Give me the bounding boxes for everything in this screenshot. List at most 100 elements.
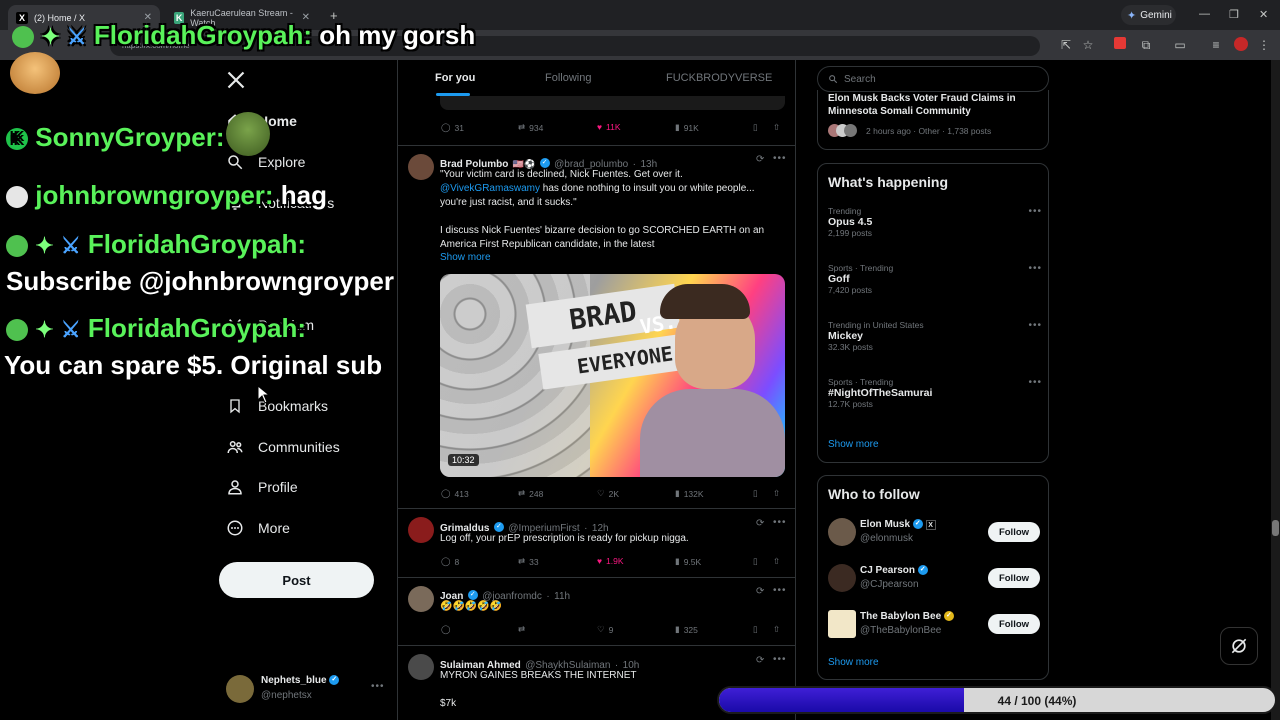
suggestion-name: CJ Pearson ✓ (860, 565, 928, 576)
maximize-icon[interactable]: ❐ (1229, 8, 1239, 21)
follow-suggestion[interactable]: The Babylon Bee ✓ @TheBabylonBee Follow (828, 608, 1042, 644)
trends-show-more-link[interactable]: Show more (828, 439, 879, 450)
trend-item[interactable]: Trending in United States Mickey 32.3K p… (828, 320, 1042, 352)
reply-button[interactable]: ◯ (441, 624, 455, 635)
search-input[interactable]: Search (817, 66, 1049, 92)
avatar (408, 654, 434, 680)
like-button[interactable]: ♡ 2K (597, 488, 619, 499)
repost-button[interactable]: ⇄ 248 (518, 488, 543, 499)
bookmark-star-icon[interactable]: ☆ (1080, 37, 1096, 53)
post-joan[interactable]: Joan ✓ @joanfromdc · 11h ⟳ ••• 🤣🤣🤣🤣🤣 ◯ ⇄… (398, 578, 795, 644)
bookmark-post-icon[interactable]: ▯ (753, 122, 758, 133)
heart-outline-icon: ♡ (597, 624, 605, 634)
chat-line: johnbrowngroyper: hag (6, 180, 327, 211)
account-switcher[interactable]: Nephets_blue ✓ @nephetsx ••• (226, 673, 396, 707)
post-brad-polumbo[interactable]: Brad Polumbo 🇺🇸⚽ ✓ @brad_polumbo · 13h ⟳… (398, 146, 795, 506)
account-name: Nephets_blue ✓ (261, 675, 340, 686)
top-story-card[interactable]: Elon Musk Backs Voter Fraud Claims in Mi… (817, 90, 1049, 150)
trend-more-icon[interactable]: ••• (1028, 263, 1042, 274)
views-button[interactable]: ▮ 91K (675, 122, 699, 133)
repost-button[interactable]: ⇄ 934 (518, 122, 543, 133)
trend-item[interactable]: Sports · Trending Goff 7,420 posts ••• (828, 263, 1042, 295)
like-button[interactable]: ♥ 11K (597, 122, 621, 132)
like-button[interactable]: ♡ 9 (597, 624, 613, 635)
media-control-icon[interactable]: ≡ (1208, 37, 1224, 53)
views-button[interactable]: ▮ 325 (675, 624, 698, 635)
sidebar-item-communities[interactable]: Communities (226, 432, 340, 462)
follow-button[interactable]: Follow (988, 614, 1040, 634)
sidebar-item-profile[interactable]: Profile (226, 472, 298, 502)
avatar (828, 564, 856, 592)
post-more-icon[interactable]: ••• (773, 654, 787, 665)
show-more-link[interactable]: Show more (440, 252, 491, 263)
post-more-icon[interactable]: ••• (773, 585, 787, 596)
post-grimaldus[interactable]: Grimaldus ✓ @ImperiumFirst · 12h ⟳ ••• L… (398, 509, 795, 577)
close-window-icon[interactable]: ✕ (1259, 8, 1268, 21)
sidebar-item-more[interactable]: More (226, 513, 290, 543)
tab-following[interactable]: Following (545, 72, 591, 84)
grok-icon[interactable]: ⟳ (756, 586, 764, 597)
reply-button[interactable]: ◯ 413 (441, 488, 469, 499)
follow-button[interactable]: Follow (988, 568, 1040, 588)
post-text-2: $7k (440, 698, 457, 709)
extensions-icon[interactable]: ⧉ (1138, 37, 1154, 53)
tab-custom-list[interactable]: FUCKBRODYVERSE (666, 72, 772, 84)
grok-floating-button[interactable] (1220, 627, 1258, 665)
x-logo-icon[interactable] (226, 70, 248, 92)
follow-show-more-link[interactable]: Show more (828, 657, 879, 668)
like-button[interactable]: ♥ 1.9K (597, 556, 624, 566)
bookmark-post-icon[interactable]: ▯ (753, 624, 758, 635)
follow-button[interactable]: Follow (988, 522, 1040, 542)
video-strip[interactable] (440, 96, 785, 110)
share-icon[interactable]: ⇧ (773, 488, 780, 499)
share-icon[interactable]: ⇧ (773, 624, 780, 635)
profile-avatar-icon[interactable] (1233, 37, 1249, 53)
chat-line: K SonnyGroyper: (6, 122, 224, 153)
repost-button[interactable]: ⇄ 33 (518, 556, 539, 567)
adblock-extension-icon[interactable] (1112, 37, 1128, 53)
post-text: Log off, your prEP prescription is ready… (440, 533, 689, 544)
trend-more-icon[interactable]: ••• (1028, 320, 1042, 331)
page-scrollbar[interactable] (1271, 60, 1280, 720)
views-button[interactable]: ▮ 9.5K (675, 556, 701, 567)
post-button[interactable]: Post (219, 562, 374, 598)
heart-outline-icon: ♡ (597, 488, 605, 498)
trend-item[interactable]: Sports · Trending #NightOfTheSamurai 12.… (828, 377, 1042, 409)
repost-button[interactable]: ⇄ (518, 624, 529, 635)
follow-suggestion[interactable]: Elon Musk ✓ X @elonmusk Follow (828, 516, 1042, 552)
suggestion-handle: @CJpearson (860, 579, 919, 590)
chat-line: You can spare $5. Original sub (4, 350, 383, 380)
avatar (408, 154, 434, 180)
bookmark-post-icon[interactable]: ▯ (753, 556, 758, 567)
post-more-icon[interactable]: ••• (773, 517, 787, 528)
reply-button[interactable]: ◯ 8 (441, 556, 459, 567)
gemini-button[interactable]: ✦ Gemini (1121, 5, 1176, 25)
trend-more-icon[interactable]: ••• (1028, 377, 1042, 388)
grok-icon[interactable]: ⟳ (756, 518, 764, 529)
minimize-icon[interactable]: — (1199, 8, 1210, 20)
x-affiliate-icon: X (925, 520, 936, 530)
reading-mode-icon[interactable]: ▭ (1172, 37, 1188, 53)
install-app-icon[interactable]: ⇱ (1058, 37, 1074, 53)
verified-badge-icon: ✓ (329, 675, 340, 686)
share-icon[interactable]: ⇧ (773, 122, 780, 133)
verified-badge-icon: ✓ (917, 565, 928, 576)
scrollbar-thumb[interactable] (1272, 520, 1279, 536)
trend-item[interactable]: Trending Opus 4.5 2,199 posts ••• (828, 206, 1042, 238)
video-thumbnail[interactable]: BRAD VS. EVERYONE 10:32 (440, 274, 785, 477)
post-more-icon[interactable]: ••• (773, 153, 787, 164)
views-button[interactable]: ▮ 132K (675, 488, 704, 499)
sidebar-item-bookmarks[interactable]: Bookmarks (226, 391, 328, 421)
tab-for-you[interactable]: For you (435, 72, 475, 84)
browser-menu-icon[interactable]: ⋮ (1256, 37, 1272, 53)
bookmark-post-icon[interactable]: ▯ (753, 488, 758, 499)
mention-link[interactable]: @VivekGRamaswamy (440, 183, 540, 194)
account-more-icon[interactable]: ••• (371, 681, 385, 692)
grok-icon[interactable]: ⟳ (756, 655, 764, 666)
trend-more-icon[interactable]: ••• (1028, 206, 1042, 217)
reply-button[interactable]: ◯ 31 (441, 122, 464, 133)
grok-icon[interactable]: ⟳ (756, 154, 764, 165)
share-icon[interactable]: ⇧ (773, 556, 780, 567)
story-avatars (828, 124, 858, 138)
follow-suggestion[interactable]: CJ Pearson ✓ @CJpearson Follow (828, 562, 1042, 598)
